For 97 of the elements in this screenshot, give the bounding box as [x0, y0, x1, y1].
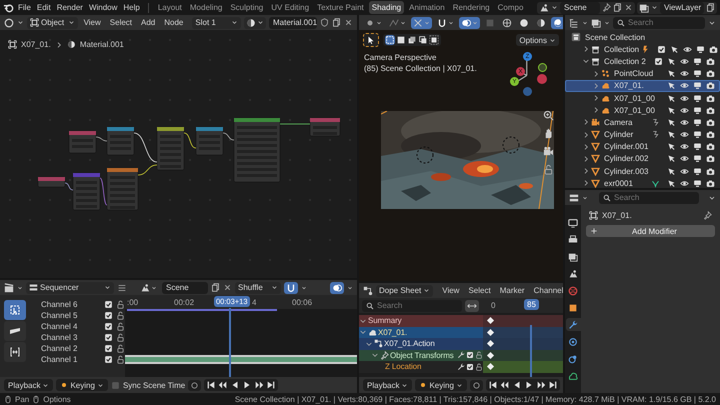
menu-item[interactable]: Edit — [34, 3, 53, 12]
menu-item[interactable]: View — [80, 18, 104, 27]
object-name: X07_01. — [602, 211, 632, 220]
menu-item[interactable]: Select — [465, 286, 494, 295]
outliner-row[interactable]: Collection 2 — [565, 55, 720, 68]
search-input[interactable]: Search — [377, 301, 458, 310]
outliner-row[interactable]: Cylinder.003 — [565, 165, 720, 178]
search-box[interactable]: Search — [613, 16, 705, 28]
item-name: Cylinder.002 — [604, 154, 648, 164]
channel-name: Channel 6 — [41, 300, 78, 309]
slot-dropdown[interactable]: Slot 1 — [192, 16, 241, 28]
item-name: Cylinder — [604, 130, 634, 140]
channel-name: Z Location — [385, 362, 422, 372]
scene-field[interactable]: Scene — [560, 2, 600, 14]
material-field[interactable]: Material.001 — [269, 16, 317, 28]
menu-item[interactable]: Render — [54, 3, 85, 12]
outliner-row[interactable]: PointCloud — [565, 68, 720, 80]
channel-row[interactable]: Summary — [359, 315, 483, 326]
channel-name: Channel 5 — [41, 311, 78, 320]
view-title: Camera Perspective — [364, 53, 436, 62]
workspace-tab[interactable]: Rendering — [450, 1, 493, 14]
channel-name: X07_01. — [378, 328, 408, 337]
frame-tick: 0 — [491, 301, 496, 310]
item-name: Cylinder.001 — [604, 142, 648, 152]
outliner-row[interactable]: Cylinder.001 — [565, 140, 720, 153]
playback-menu[interactable]: Playback — [363, 379, 412, 391]
scene-statistics: Scene Collection | X07_01. | Verts:80,369 | Faces:78,811 | Tris:157,846 | Objects:1/47 | Memory: 428.7 MiB | VRAM: 1.9/15.6 GB | 5.2.0 — [234, 394, 716, 404]
workspace-tab[interactable]: Animation — [406, 1, 448, 14]
options-dropdown[interactable]: Options — [516, 34, 559, 46]
editor-dropdown[interactable]: Dope Sheet — [376, 284, 434, 296]
editor-dropdown[interactable]: Sequencer — [26, 282, 114, 294]
channel-name: Object Transforms — [390, 350, 454, 360]
time-tick: 00:06 — [292, 298, 312, 307]
outliner-row[interactable]: Camera — [565, 116, 720, 128]
outliner-row[interactable]: Cylinder.002 — [565, 152, 720, 166]
item-name: exr0001 — [604, 178, 633, 188]
time-tick: 00:02 — [174, 298, 194, 307]
breadcrumb-item[interactable]: Material.001 — [80, 40, 124, 49]
item-name: X07_01_00 — [614, 94, 655, 103]
outliner-row[interactable]: Collection — [565, 43, 720, 56]
workspace-tab[interactable]: Compo — [494, 1, 526, 14]
workspace-tab[interactable]: Layout — [154, 1, 185, 14]
item-name: Scene Collection — [585, 32, 646, 42]
channel-row[interactable]: X07_01. — [359, 326, 483, 338]
menu-item[interactable]: Select — [106, 18, 136, 27]
workspace-tab[interactable]: UV Editing — [268, 1, 312, 14]
channel-name: Summary — [368, 316, 402, 326]
view-subtitle: (85) Scene Collection | X07_01. — [364, 64, 477, 73]
workspace-tab[interactable]: Shading — [368, 1, 404, 14]
time-tick: :00 — [127, 298, 138, 307]
add-modifier-button[interactable]: Add Modifier — [586, 225, 715, 237]
outliner-row[interactable]: X07_01_00 — [565, 104, 720, 116]
menu-item[interactable]: Channel — [530, 286, 563, 295]
channel-row[interactable]: Z Location — [359, 361, 483, 372]
time-tick: 4 — [252, 298, 256, 307]
checkbox-label: Sync Scene Time — [122, 380, 186, 390]
scene-field[interactable]: Scene — [162, 282, 208, 294]
workspace-tab[interactable]: Texture Paint — [314, 1, 367, 14]
playback-menu[interactable]: Playback — [4, 379, 54, 391]
outliner-row[interactable]: Cylinder — [565, 128, 720, 141]
snap-dropdown[interactable]: Shuffle — [235, 282, 281, 294]
item-name: Collection — [604, 44, 640, 54]
channel-name: X07_01.Action — [384, 339, 435, 348]
outliner-row[interactable]: X07_01. — [565, 80, 720, 92]
keying-menu[interactable]: Keying — [415, 379, 467, 391]
mode-dropdown[interactable]: Object — [27, 16, 78, 28]
search-box[interactable]: Search — [599, 192, 699, 204]
menu-item[interactable]: Node — [161, 18, 186, 27]
workspace-tab[interactable]: Sculpting — [227, 1, 266, 14]
menu-item[interactable]: Marker — [496, 286, 528, 295]
channel-name: Channel 2 — [41, 344, 78, 353]
channel-name: Channel 4 — [41, 322, 78, 331]
menu-item[interactable]: Window — [86, 3, 120, 12]
menu-item[interactable]: View — [439, 286, 462, 295]
channel-row[interactable]: Object Transforms — [359, 350, 483, 361]
outliner-row[interactable]: exr0001 — [565, 177, 720, 188]
item-name: X07_01_00 — [614, 106, 655, 115]
hint-text: Options — [43, 394, 71, 404]
item-name: PointCloud — [614, 69, 654, 78]
breadcrumb-item[interactable]: X07_01. — [21, 40, 51, 49]
item-name: Collection 2 — [604, 56, 646, 66]
item-name: Cylinder.003 — [604, 166, 648, 176]
keying-menu[interactable]: Keying — [56, 379, 108, 391]
channel-name: Channel 3 — [41, 333, 78, 342]
item-name: Camera — [604, 118, 632, 127]
search-box[interactable]: Search — [362, 300, 462, 312]
hint-text: Pan — [15, 394, 30, 404]
channel-name: Channel 1 — [41, 355, 78, 364]
menu-item[interactable]: Add — [138, 18, 158, 27]
outliner-row[interactable]: X07_01_00 — [565, 92, 720, 104]
channel-row[interactable]: X07_01.Action — [359, 338, 483, 350]
menu-item[interactable]: Help — [121, 3, 142, 12]
item-name: X07_01. — [614, 81, 644, 90]
workspace-tab[interactable]: Modeling — [186, 1, 226, 14]
view-layer-field[interactable]: ViewLayer — [660, 2, 704, 14]
menu-item[interactable]: File — [16, 3, 33, 12]
current-frame-badge[interactable]: 85 — [524, 299, 539, 310]
